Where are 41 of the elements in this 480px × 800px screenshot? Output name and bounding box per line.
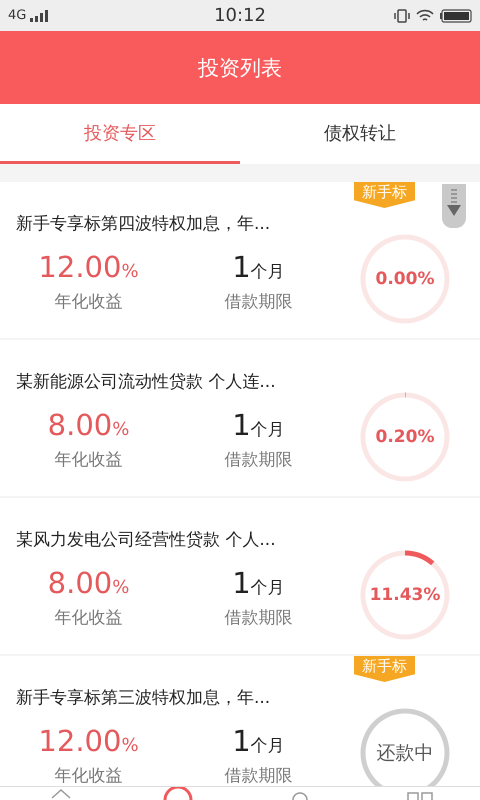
clock: 10:12 (214, 5, 266, 26)
annual-rate: 12.00% (38, 723, 139, 760)
page-title: 投资列表 (198, 54, 282, 82)
loan-title: 新手专享标第四波特权加息，年... (16, 213, 272, 235)
loan-title: 某新能源公司流动性贷款 个人连... (16, 371, 277, 393)
loan-card[interactable]: 某风力发电公司经营性贷款 个人... 8.00% 年化收益 1个月 借款期限 11.43% (0, 498, 480, 654)
vibrate-icon (394, 8, 410, 22)
loan-term: 1个月 (232, 407, 285, 444)
home-icon[interactable] (50, 787, 72, 800)
term-label: 借款期限 (224, 607, 292, 629)
loan-card[interactable]: 某新能源公司流动性贷款 个人连... 8.00% 年化收益 1个月 借款期限 0.20% (0, 340, 480, 496)
annual-rate: 8.00% (48, 407, 130, 444)
tab[interactable]: 投资专区 (0, 104, 240, 164)
rate-label: 年化收益 (54, 449, 122, 471)
loan-term: 1个月 (232, 249, 285, 286)
battery-icon (440, 8, 472, 22)
loan-card[interactable]: 新手专享标第三波特权加息，年... 12.00% 年化收益 1个月 借款期限 新手标 还款中 (0, 656, 480, 786)
loan-title: 新手专享标第三波特权加息，年... (16, 687, 272, 709)
term-label: 借款期限 (224, 765, 292, 786)
term-label: 借款期限 (224, 291, 292, 313)
loan-card[interactable]: 新手专享标第四波特权加息，年... 12.00% 年化收益 1个月 借款期限 新手标 0.00% (0, 182, 480, 338)
repayment-status: 还款中 (376, 741, 434, 766)
progress-percent: 0.20% (376, 427, 434, 447)
tab[interactable]: 债权转让 (240, 104, 480, 164)
loan-term: 1个月 (232, 723, 285, 760)
progress-percent: 0.00% (376, 269, 434, 289)
newbie-tag: 新手标 (354, 656, 415, 682)
rate-label: 年化收益 (54, 607, 122, 629)
progress-percent: 11.43% (370, 585, 440, 605)
term-label: 借款期限 (224, 449, 292, 471)
annual-rate: 12.00% (38, 249, 139, 286)
down-arrow-icon (447, 188, 461, 218)
wifi-icon (416, 8, 434, 22)
rate-label: 年化收益 (54, 765, 122, 786)
annual-rate: 8.00% (48, 565, 130, 602)
newbie-tag: 新手标 (354, 182, 415, 208)
scroll-down-button[interactable] (442, 184, 466, 228)
network-label: 4G (8, 8, 26, 23)
rate-label: 年化收益 (54, 291, 122, 313)
loan-title: 某风力发电公司经营性贷款 个人... (16, 529, 277, 551)
loan-term: 1个月 (232, 565, 285, 602)
